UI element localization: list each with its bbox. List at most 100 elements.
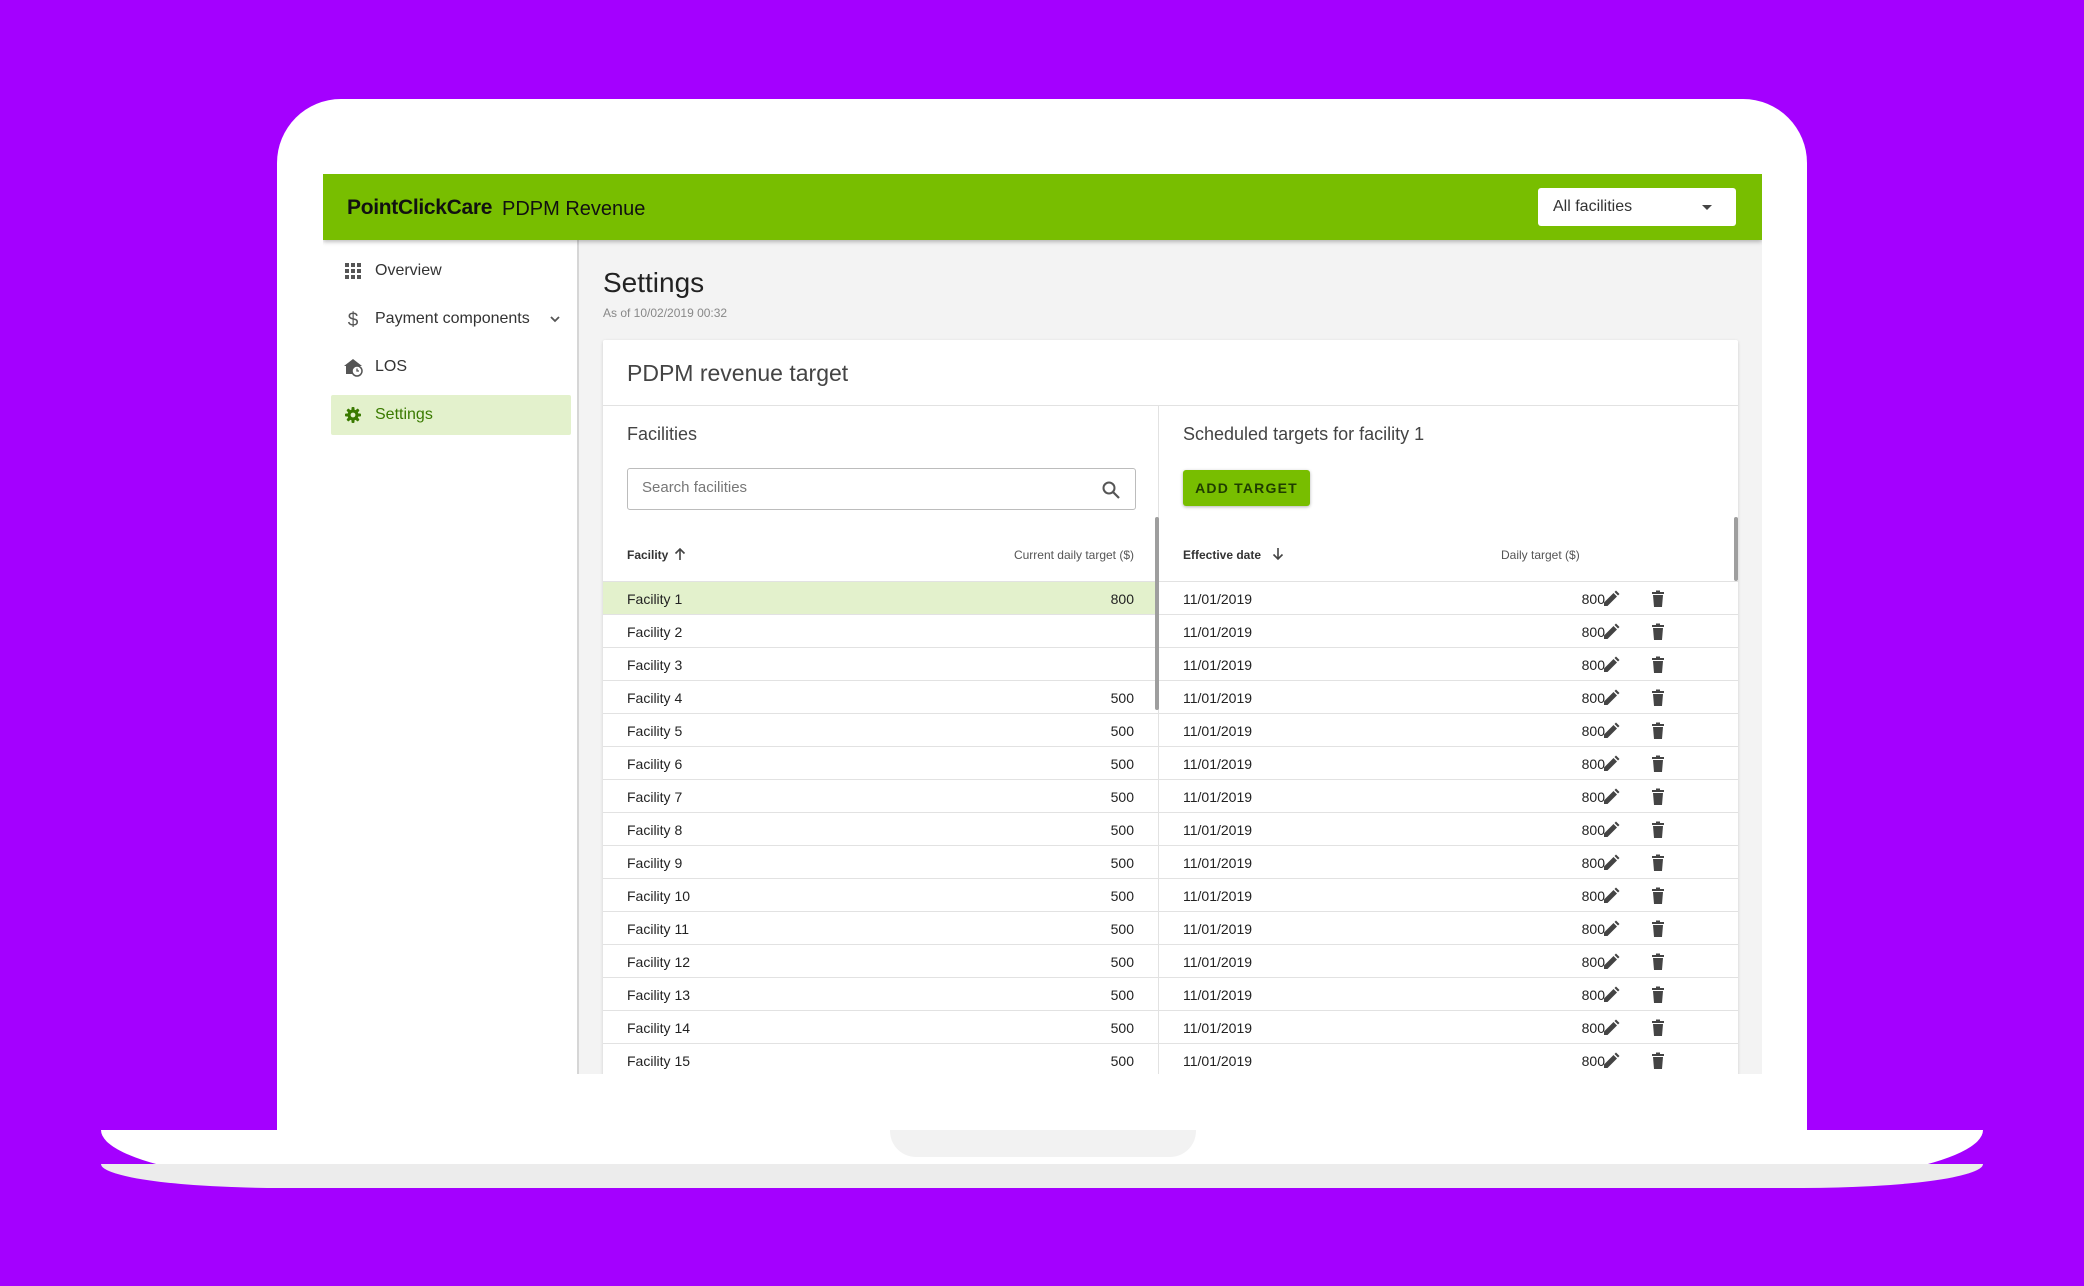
table-row[interactable]: Facility 11 500 — [603, 911, 1158, 944]
table-row: 11/01/2019 800 — [1159, 977, 1738, 1010]
dollar-icon: $ — [348, 310, 359, 329]
table-row[interactable]: Facility 15 500 — [603, 1043, 1158, 1074]
delete-icon[interactable] — [1648, 820, 1668, 840]
delete-icon[interactable] — [1648, 952, 1668, 972]
table-row[interactable]: Facility 9 500 — [603, 845, 1158, 878]
edit-icon[interactable] — [1601, 655, 1621, 675]
table-row: 11/01/2019 800 — [1159, 581, 1738, 614]
sidebar-item-label: Settings — [375, 406, 433, 423]
edit-icon[interactable] — [1601, 754, 1621, 774]
table-row[interactable]: Facility 6 500 — [603, 746, 1158, 779]
sidebar-item-label: Overview — [375, 262, 442, 279]
targets-panel: Scheduled targets for facility 1 ADD TAR… — [1159, 406, 1738, 1074]
facility-name: Facility 12 — [627, 954, 691, 970]
delete-icon[interactable] — [1648, 1051, 1668, 1071]
table-row[interactable]: Facility 5 500 — [603, 713, 1158, 746]
brand-logo[interactable]: PointClickCare — [347, 196, 492, 220]
delete-icon[interactable] — [1648, 1018, 1668, 1038]
table-row: 11/01/2019 800 — [1159, 680, 1738, 713]
edit-icon[interactable] — [1601, 952, 1621, 972]
table-row[interactable]: Facility 12 500 — [603, 944, 1158, 977]
delete-icon[interactable] — [1648, 622, 1668, 642]
home-clock-icon — [344, 359, 363, 377]
search-input[interactable] — [642, 479, 1082, 496]
table-row[interactable]: Facility 14 500 — [603, 1010, 1158, 1043]
effective-date: 11/01/2019 — [1183, 822, 1253, 838]
sidebar-item-payment-components[interactable]: $ Payment components — [331, 299, 571, 339]
edit-icon[interactable] — [1601, 1051, 1621, 1071]
table-row[interactable]: Facility 1 800 — [603, 581, 1158, 614]
table-row: 11/01/2019 800 — [1159, 746, 1738, 779]
targets-title: Scheduled targets for facility 1 — [1183, 424, 1425, 444]
effective-date: 11/01/2019 — [1183, 1053, 1253, 1069]
column-header-facility[interactable]: Facility — [627, 548, 668, 562]
edit-icon[interactable] — [1601, 985, 1621, 1005]
edit-icon[interactable] — [1601, 622, 1621, 642]
delete-icon[interactable] — [1648, 655, 1668, 675]
effective-date: 11/01/2019 — [1183, 690, 1253, 706]
sidebar-item-overview[interactable]: Overview — [331, 251, 571, 291]
delete-icon[interactable] — [1648, 688, 1668, 708]
effective-date: 11/01/2019 — [1183, 756, 1253, 772]
facilities-table-header: Facility Current daily target ($) — [603, 544, 1158, 566]
svg-text:$: $ — [348, 310, 359, 329]
edit-icon[interactable] — [1601, 688, 1621, 708]
table-row: 11/01/2019 800 — [1159, 647, 1738, 680]
column-header-effective-date[interactable]: Effective date — [1183, 548, 1261, 562]
table-row: 11/01/2019 800 — [1159, 845, 1738, 878]
facility-name: Facility 6 — [627, 756, 683, 772]
table-row[interactable]: Facility 4 500 — [603, 680, 1158, 713]
sidebar: Overview $ Payment components LOS Settin… — [323, 240, 579, 1074]
table-row: 11/01/2019 800 — [1159, 944, 1738, 977]
facility-select[interactable]: All facilities — [1538, 188, 1736, 226]
current-daily-target: 500 — [1110, 789, 1134, 805]
top-app-bar: PointClickCare PDPM Revenue All faciliti… — [323, 174, 1762, 240]
current-daily-target: 500 — [1110, 723, 1134, 739]
column-header-current-target[interactable]: Current daily target ($) — [1014, 548, 1134, 562]
table-row[interactable]: Facility 8 500 — [603, 812, 1158, 845]
targets-scrollbar[interactable] — [1734, 517, 1738, 581]
delete-icon[interactable] — [1648, 721, 1668, 741]
search-field[interactable] — [627, 468, 1136, 510]
current-daily-target: 800 — [1110, 591, 1134, 607]
arrow-up-icon[interactable] — [673, 546, 687, 562]
delete-icon[interactable] — [1648, 919, 1668, 939]
edit-icon[interactable] — [1601, 787, 1621, 807]
sidebar-item-los[interactable]: LOS — [331, 347, 571, 387]
current-daily-target: 500 — [1110, 1053, 1134, 1069]
edit-icon[interactable] — [1601, 853, 1621, 873]
app-title: PDPM Revenue — [502, 198, 646, 220]
table-row[interactable]: Facility 7 500 — [603, 779, 1158, 812]
sidebar-item-label: Payment components — [375, 310, 530, 327]
effective-date: 11/01/2019 — [1183, 855, 1253, 871]
laptop-notch — [890, 1130, 1196, 1157]
edit-icon[interactable] — [1601, 589, 1621, 609]
current-daily-target: 500 — [1110, 756, 1134, 772]
delete-icon[interactable] — [1648, 886, 1668, 906]
add-target-button[interactable]: ADD TARGET — [1183, 470, 1310, 506]
column-header-daily-target[interactable]: Daily target ($) — [1501, 548, 1580, 562]
arrow-down-icon[interactable] — [1271, 546, 1285, 562]
table-row[interactable]: Facility 2 — [603, 614, 1158, 647]
edit-icon[interactable] — [1601, 1018, 1621, 1038]
effective-date: 11/01/2019 — [1183, 657, 1253, 673]
delete-icon[interactable] — [1648, 853, 1668, 873]
table-row[interactable]: Facility 3 — [603, 647, 1158, 680]
search-icon[interactable] — [1101, 480, 1121, 500]
edit-icon[interactable] — [1601, 721, 1621, 741]
chevron-down-icon[interactable] — [549, 313, 561, 325]
delete-icon[interactable] — [1648, 754, 1668, 774]
edit-icon[interactable] — [1601, 820, 1621, 840]
table-row: 11/01/2019 800 — [1159, 1010, 1738, 1043]
edit-icon[interactable] — [1601, 886, 1621, 906]
delete-icon[interactable] — [1648, 985, 1668, 1005]
effective-date: 11/01/2019 — [1183, 987, 1253, 1003]
table-row: 11/01/2019 800 — [1159, 713, 1738, 746]
table-row[interactable]: Facility 10 500 — [603, 878, 1158, 911]
current-daily-target: 500 — [1110, 987, 1134, 1003]
delete-icon[interactable] — [1648, 787, 1668, 807]
edit-icon[interactable] — [1601, 919, 1621, 939]
table-row[interactable]: Facility 13 500 — [603, 977, 1158, 1010]
sidebar-item-settings[interactable]: Settings — [331, 395, 571, 435]
delete-icon[interactable] — [1648, 589, 1668, 609]
